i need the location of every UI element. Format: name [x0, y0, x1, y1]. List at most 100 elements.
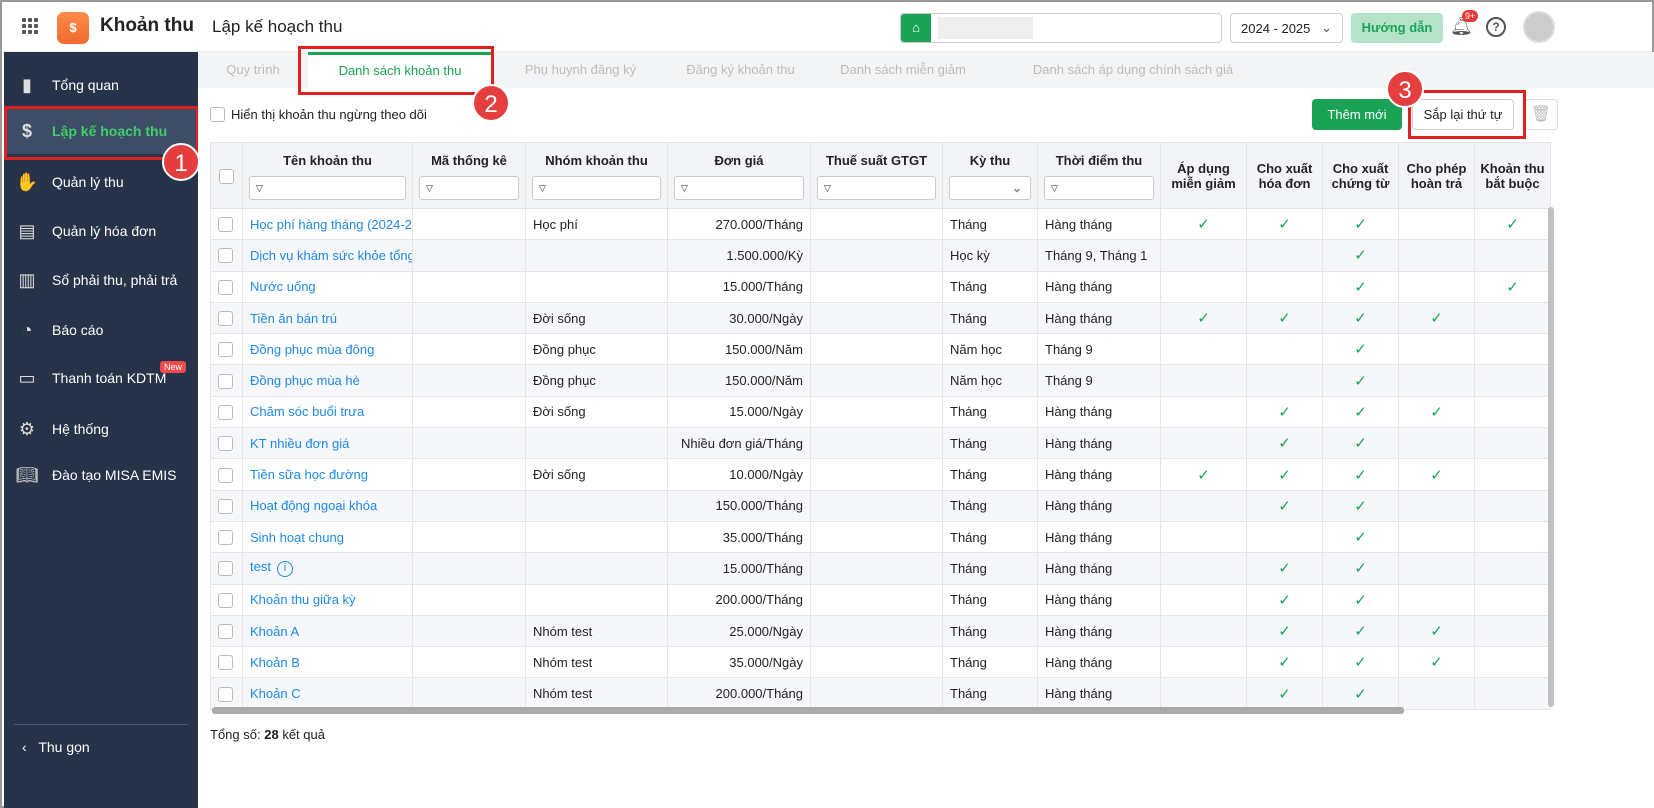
- show-stopped-checkbox[interactable]: Hiển thị khoản thu ngừng theo dõi: [210, 107, 427, 122]
- cell: [525, 489, 668, 522]
- fee-name-link[interactable]: Dịch vụ khám sức khỏe tổng quát: [242, 239, 413, 272]
- cell-text: Khoản B: [250, 654, 300, 670]
- collapse-button[interactable]: ‹ Thu gọn: [14, 724, 188, 755]
- fee-name-link[interactable]: Học phí hàng tháng (2024-2025): [242, 207, 413, 241]
- row-checkbox[interactable]: [218, 248, 233, 264]
- sidebar-item-6[interactable]: ▭ Thanh toán KDTM New: [4, 355, 198, 401]
- filter-input[interactable]: ▽: [532, 176, 661, 200]
- table-row[interactable]: Khoản C Nhóm test 200.000/Tháng Tháng Hàng t…: [210, 677, 1551, 710]
- vertical-scrollbar[interactable]: [1548, 207, 1554, 707]
- row-checkbox[interactable]: [218, 373, 233, 389]
- table-row[interactable]: Đồng phục mùa hè Đồng phục 150.000/Năm Năm …: [210, 364, 1551, 397]
- row-checkbox[interactable]: [218, 404, 233, 420]
- row-checkbox[interactable]: [218, 686, 233, 702]
- fee-name-link[interactable]: Khoản C: [242, 677, 413, 710]
- row-checkbox[interactable]: [218, 311, 233, 327]
- fee-name-link[interactable]: Chăm sóc buổi trưa: [242, 395, 413, 429]
- fee-name-link[interactable]: Khoản A: [242, 614, 413, 648]
- fee-name-link[interactable]: test i: [242, 552, 413, 585]
- table-row[interactable]: Khoản thu giữa kỳ 200.000/Tháng Tháng Hàng …: [210, 583, 1551, 616]
- fee-name-link[interactable]: Tiền ăn bán trú: [242, 301, 413, 335]
- row-checkbox[interactable]: [218, 436, 233, 452]
- sidebar-item-7[interactable]: ⚙ Hệ thống: [4, 406, 198, 452]
- table-row[interactable]: Hoạt động ngoại khóa 150.000/Tháng Tháng Hà…: [210, 489, 1551, 522]
- row-select: [210, 614, 243, 648]
- row-checkbox[interactable]: [218, 279, 233, 295]
- table-row[interactable]: Khoản B Nhóm test 35.000/Ngày Tháng Hàng thá…: [210, 646, 1551, 679]
- fee-name-link[interactable]: Hoạt động ngoại khóa: [242, 489, 413, 522]
- row-checkbox[interactable]: [218, 217, 233, 233]
- filter-select[interactable]: ⌄: [949, 176, 1031, 200]
- sidebar-item-3[interactable]: ▤ Quản lý hóa đơn: [4, 208, 198, 254]
- flag-cell: ✓: [1322, 677, 1399, 710]
- tab-0[interactable]: Quy trình: [208, 52, 298, 88]
- check-icon: ✓: [1354, 278, 1367, 296]
- checkbox[interactable]: [210, 107, 225, 122]
- select-all-checkbox[interactable]: [219, 168, 234, 184]
- row-checkbox[interactable]: [218, 342, 233, 358]
- check-icon: ✓: [1197, 466, 1210, 484]
- tab-4[interactable]: Danh sách miễn giảm: [828, 52, 978, 88]
- tab-5[interactable]: Danh sách áp dụng chính sách giá: [998, 52, 1268, 88]
- table-row[interactable]: Tiền sữa học đường Đời sống 10.000/Ngày Thá…: [210, 458, 1551, 491]
- fee-name-link[interactable]: Đồng phục mùa hè: [242, 364, 413, 397]
- cell: Hàng tháng: [1037, 520, 1161, 554]
- app-grid-icon[interactable]: [22, 18, 38, 34]
- filter-input[interactable]: ▽: [419, 176, 519, 200]
- add-new-button[interactable]: Thêm mới: [1312, 99, 1402, 130]
- flag-cell: [1474, 552, 1551, 585]
- fee-name-link[interactable]: Tiền sữa học đường: [242, 458, 413, 491]
- cell: 25.000/Ngày: [667, 614, 811, 648]
- table-row[interactable]: Nước uống 15.000/Tháng Tháng Hàng tháng ✓ ✓: [210, 270, 1551, 303]
- cell: Đời sống: [525, 301, 668, 335]
- row-checkbox[interactable]: [218, 624, 233, 640]
- guide-button[interactable]: Hướng dẫn: [1351, 13, 1443, 43]
- tab-3[interactable]: Đăng ký khoản thu: [668, 52, 813, 88]
- table-row[interactable]: Tiền ăn bán trú Đời sống 30.000/Ngày Tháng H…: [210, 301, 1551, 335]
- sidebar-item-5[interactable]: ◔ Báo cáo: [4, 307, 198, 353]
- fee-name-link[interactable]: Đồng phục mùa đông: [242, 333, 413, 366]
- row-checkbox[interactable]: [218, 592, 233, 608]
- row-checkbox[interactable]: [218, 561, 233, 577]
- cell: [810, 333, 943, 366]
- tab-2[interactable]: Phụ huynh đăng ký: [498, 52, 663, 88]
- horizontal-scrollbar[interactable]: [212, 707, 1404, 714]
- fee-name-link[interactable]: KT nhiều đơn giá: [242, 427, 413, 460]
- fee-name-link[interactable]: Nước uống: [242, 270, 413, 303]
- cell: Tháng: [942, 520, 1038, 554]
- sidebar-item-8[interactable]: 📖︎ Đào tạo MISA EMIS: [4, 452, 198, 498]
- school-year-select[interactable]: 2024 - 2025 ⌄: [1230, 13, 1343, 43]
- fee-name-link[interactable]: Khoản B: [242, 646, 413, 679]
- help-icon[interactable]: ?: [1486, 17, 1506, 37]
- cell: Nhiều đơn giá/Tháng: [667, 427, 811, 460]
- row-checkbox[interactable]: [218, 530, 233, 546]
- table-row[interactable]: Học phí hàng tháng (2024-2025) Học phí 270…: [210, 207, 1551, 241]
- filter-input[interactable]: ▽: [674, 176, 804, 200]
- school-selector[interactable]: ⌂: [900, 13, 1222, 43]
- table-row[interactable]: Đồng phục mùa đông Đồng phục 150.000/Năm Nă…: [210, 333, 1551, 366]
- info-icon[interactable]: i: [276, 561, 293, 578]
- sidebar-item-4[interactable]: ▥ Sổ phải thu, phải trả: [4, 257, 198, 303]
- row-checkbox[interactable]: [218, 498, 233, 514]
- fee-name-link[interactable]: Sinh hoạt chung: [242, 520, 413, 554]
- table-row[interactable]: KT nhiều đơn giá Nhiều đơn giá/Tháng Tháng…: [210, 427, 1551, 460]
- row-checkbox[interactable]: [218, 467, 233, 483]
- cell: Tháng: [942, 646, 1038, 679]
- row-checkbox[interactable]: [218, 655, 233, 671]
- table-row[interactable]: Chăm sóc buổi trưa Đời sống 15.000/Ngày Thá…: [210, 395, 1551, 429]
- table-row[interactable]: Khoản A Nhóm test 25.000/Ngày Tháng Hàng thá…: [210, 614, 1551, 648]
- table-row[interactable]: test i 15.000/Tháng Tháng Hàng tháng ✓ ✓: [210, 552, 1551, 585]
- fee-name-link[interactable]: Khoản thu giữa kỳ: [242, 583, 413, 616]
- cell: Hàng tháng: [1037, 458, 1161, 491]
- table-row[interactable]: Dịch vụ khám sức khỏe tổng quát 1.500.000…: [210, 239, 1551, 272]
- cell-text: Nhóm test: [533, 623, 593, 639]
- trash-icon[interactable]: 🗑︎: [1524, 99, 1558, 130]
- avatar[interactable]: [1523, 11, 1555, 43]
- filter-input[interactable]: ▽: [1044, 176, 1154, 200]
- check-icon: ✓: [1506, 216, 1519, 234]
- sidebar-item-0[interactable]: ▮ Tổng quan: [4, 62, 198, 108]
- table-row[interactable]: Sinh hoạt chung 35.000/Tháng Tháng Hàng thá…: [210, 520, 1551, 554]
- filter-input[interactable]: ▽: [817, 176, 936, 200]
- filter-input[interactable]: ▽: [249, 176, 406, 200]
- column-label: Thuế suất GTGT: [825, 153, 928, 168]
